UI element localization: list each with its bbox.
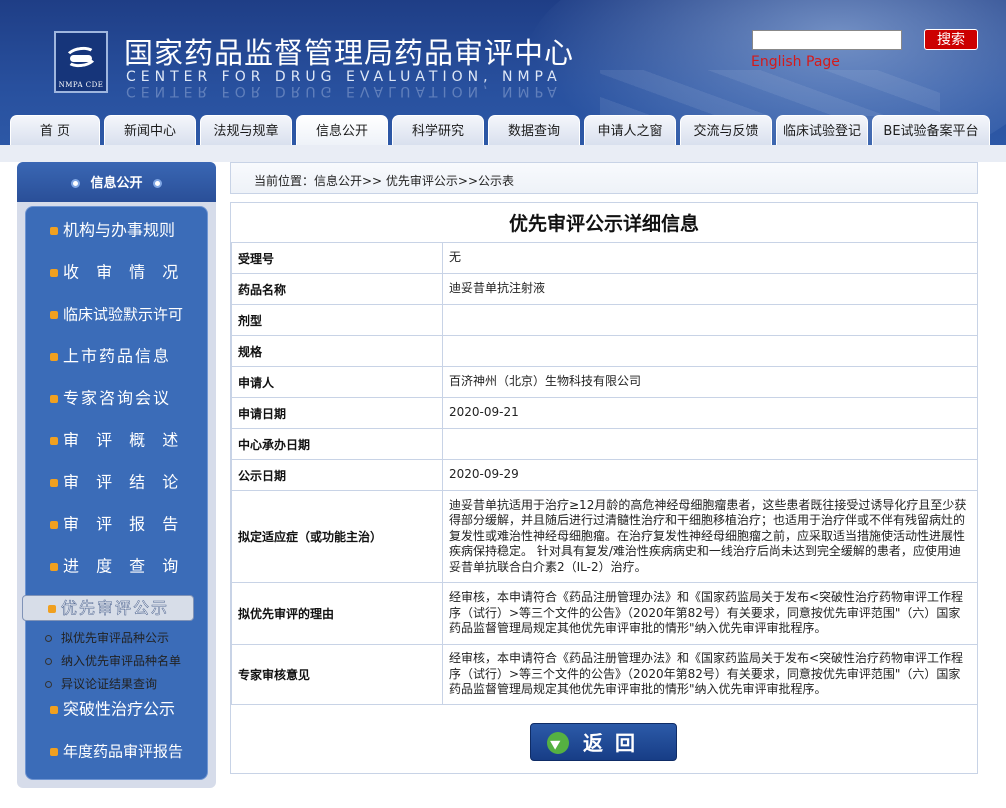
field-label: 拟定适应症（或功能主治） xyxy=(231,490,443,583)
site-title-en-reflection: CENTER FOR DRUG EVALUATION, NMPA xyxy=(126,83,562,99)
table-row: 药品名称 迪妥昔单抗注射液 xyxy=(231,273,978,305)
nav-tab-home[interactable]: 首 页 xyxy=(10,115,100,145)
field-label: 专家审核意见 xyxy=(231,644,443,705)
table-row: 专家审核意见 经审核，本申请符合《药品注册管理办法》和《国家药监局关于发布<突破性… xyxy=(231,644,978,705)
table-row: 受理号无 xyxy=(231,242,978,274)
sidebar-item-expert-meetings[interactable]: 专家咨询会议 xyxy=(48,383,171,413)
breadcrumb: 当前位置：信息公开>> 优先审评公示>>公示表 xyxy=(254,174,515,188)
rss-icon xyxy=(50,705,58,714)
field-value xyxy=(442,304,978,336)
sidebar-item-progress-query[interactable]: 进 度 查 询 xyxy=(48,551,184,581)
rss-icon xyxy=(50,478,58,487)
field-label: 公示日期 xyxy=(231,459,443,491)
field-value: 无 xyxy=(442,242,978,274)
sidebar-item-review-conclusion[interactable]: 审 评 结 论 xyxy=(48,467,184,497)
nav-tab-feedback[interactable]: 交流与反馈 xyxy=(680,115,772,145)
nav-tab-be-platform[interactable]: BE试验备案平台 xyxy=(872,115,990,145)
bullet-icon xyxy=(71,179,81,188)
field-value: 百济神州（北京）生物科技有限公司 xyxy=(442,366,978,398)
field-value: 经审核，本申请符合《药品注册管理办法》和《国家药监局关于发布<突破性治疗药物审评… xyxy=(442,644,978,705)
main-nav: 首 页 新闻中心 法规与规章 信息公开 科学研究 数据查询 申请人之窗 交流与反… xyxy=(0,115,1006,145)
table-row: 申请人 百济神州（北京）生物科技有限公司 xyxy=(231,366,978,398)
logo-caption: NMPA CDE xyxy=(58,81,104,89)
nav-tab-data-query[interactable]: 数据查询 xyxy=(488,115,580,145)
table-row: 剂型 xyxy=(231,304,978,336)
table-row: 申请日期 2020-09-21 xyxy=(231,397,978,429)
table-row: 规格 xyxy=(231,335,978,367)
field-value xyxy=(442,335,978,367)
sidebar-subitem-priority-candidates[interactable]: 拟优先审评品种公示 xyxy=(45,629,169,646)
page-title: 优先审评公示详细信息 xyxy=(508,213,699,235)
table-row: 中心承办日期 xyxy=(231,428,978,460)
nav-tab-applicant[interactable]: 申请人之窗 xyxy=(584,115,676,145)
field-label: 药品名称 xyxy=(231,273,443,305)
rss-icon xyxy=(50,562,58,571)
english-page-link[interactable]: English Page xyxy=(751,54,840,70)
field-label: 中心承办日期 xyxy=(231,428,443,460)
table-row: 公示日期 2020-09-29 xyxy=(231,459,978,491)
rss-icon xyxy=(50,394,58,403)
nmpa-logo[interactable]: NMPA CDE xyxy=(54,31,108,93)
field-label: 受理号 xyxy=(231,242,443,274)
nav-tab-research[interactable]: 科学研究 xyxy=(392,115,484,145)
nav-tab-regulations[interactable]: 法规与规章 xyxy=(200,115,292,145)
nav-tab-info-disclosure[interactable]: 信息公开 xyxy=(296,115,388,145)
sidebar-item-institutions[interactable]: 机构与办事规则 xyxy=(48,215,175,245)
header-pills-decoration xyxy=(600,70,940,116)
nav-tab-news[interactable]: 新闻中心 xyxy=(104,115,196,145)
field-label: 拟优先审评的理由 xyxy=(231,582,443,645)
rss-icon xyxy=(50,747,58,756)
sidebar-item-acceptance[interactable]: 收 审 情 况 xyxy=(48,257,184,287)
field-label: 申请日期 xyxy=(231,397,443,429)
back-arrow-icon xyxy=(547,732,569,754)
breadcrumb-bar: 当前位置：信息公开>> 优先审评公示>>公示表 xyxy=(230,162,978,194)
field-value: 迪妥昔单抗适用于治疗≥12月龄的高危神经母细胞瘤患者，这些患者既往接受过诱导化疗… xyxy=(442,490,978,583)
sidebar-item-review-overview[interactable]: 审 评 概 述 xyxy=(48,425,184,455)
search-input[interactable] xyxy=(752,30,902,50)
sidebar-subitem-priority-list[interactable]: 纳入优先审评品种名单 xyxy=(45,652,181,669)
sidebar-subitem-objection-results[interactable]: 异议论证结果查询 xyxy=(45,675,157,692)
field-value: 迪妥昔单抗注射液 xyxy=(442,273,978,305)
rss-icon xyxy=(50,520,58,529)
field-value: 2020-09-29 xyxy=(442,459,978,491)
table-row: 拟定适应症（或功能主治） 迪妥昔单抗适用于治疗≥12月龄的高危神经母细胞瘤患者，这… xyxy=(231,490,978,583)
sidebar-item-review-report[interactable]: 审 评 报 告 xyxy=(48,509,184,539)
sidebar-item-breakthrough[interactable]: 突破性治疗公示 xyxy=(48,694,175,724)
field-value: 经审核，本申请符合《药品注册管理办法》和《国家药监局关于发布<突破性治疗药物审评… xyxy=(442,582,978,645)
sidebar-item-priority-review-label[interactable]: 优先审评公示 xyxy=(46,593,169,623)
search-button[interactable]: 搜索 xyxy=(924,29,978,50)
field-value: 2020-09-21 xyxy=(442,397,978,429)
rss-icon xyxy=(50,226,58,235)
nav-tab-clinical-trials[interactable]: 临床试验登记 xyxy=(776,115,868,145)
field-label: 剂型 xyxy=(231,304,443,336)
sidebar-item-implied-license[interactable]: 临床试验默示许可 xyxy=(48,299,183,329)
sidebar-item-annual-report[interactable]: 年度药品审评报告 xyxy=(48,736,183,766)
field-value xyxy=(442,428,978,460)
rss-icon xyxy=(50,436,58,445)
sidebar-item-marketed-drugs[interactable]: 上市药品信息 xyxy=(48,341,171,371)
site-title-cn: 国家药品监督管理局药品审评中心 xyxy=(124,36,575,70)
bullet-icon xyxy=(152,179,162,188)
back-button[interactable]: 返回 xyxy=(530,723,677,761)
rss-icon xyxy=(50,352,58,361)
sidebar-heading: 信息公开 xyxy=(17,162,216,202)
rss-icon xyxy=(50,310,58,319)
rss-icon xyxy=(50,268,58,277)
rss-icon xyxy=(48,604,56,613)
field-label: 申请人 xyxy=(231,366,443,398)
detail-table: 受理号无 药品名称 迪妥昔单抗注射液 剂型 规格 申请人 百济神州（北京）生物科技有… xyxy=(231,242,978,705)
field-label: 规格 xyxy=(231,335,443,367)
table-row: 拟优先审评的理由 经审核，本申请符合《药品注册管理办法》和《国家药监局关于发布<突… xyxy=(231,582,978,645)
